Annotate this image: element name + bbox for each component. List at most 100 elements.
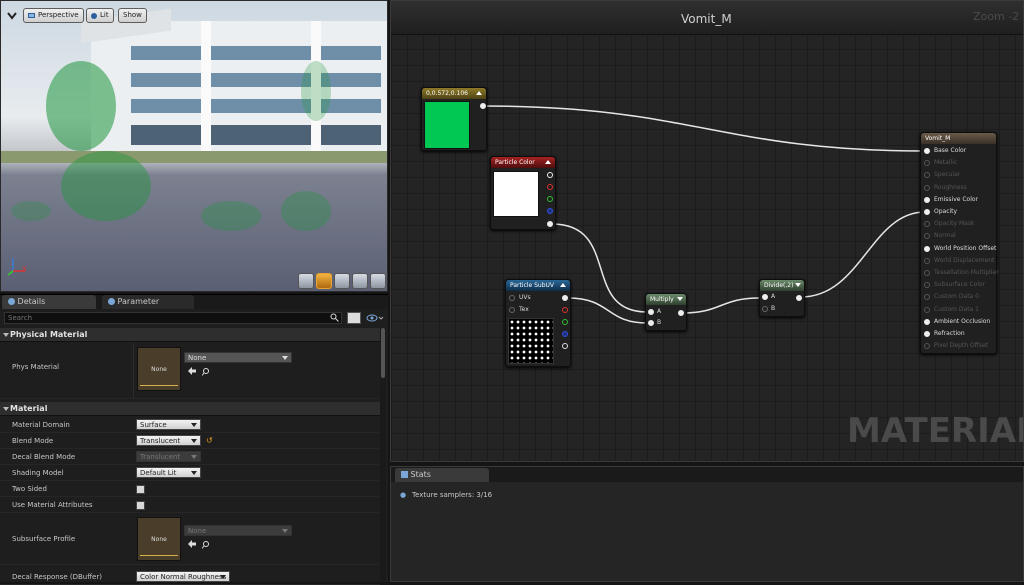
property-label: Shading Model — [12, 469, 64, 477]
phys-material-value: None — [188, 354, 207, 362]
tab-stats[interactable]: Stats — [395, 468, 489, 482]
show-label: Show — [123, 11, 142, 19]
g-output-pin[interactable] — [547, 196, 553, 202]
result-input-pin[interactable] — [924, 148, 930, 154]
phys-material-row: Phys Material None None — [0, 343, 380, 399]
constant-color-node[interactable]: 0,0.572,0.106 — [421, 87, 487, 151]
a-output-pin[interactable] — [562, 343, 568, 349]
perspective-label: Perspective — [38, 11, 79, 19]
result-input-pin[interactable] — [924, 331, 930, 337]
result-input-pin[interactable] — [924, 160, 930, 167]
use-selected-arrow-icon[interactable] — [187, 540, 197, 548]
result-input-pin[interactable] — [924, 233, 930, 240]
b-input-pin[interactable] — [762, 306, 768, 312]
particle-splat — [301, 61, 331, 121]
scrollbar-thumb[interactable] — [381, 328, 385, 378]
use-material-attributes-checkbox[interactable] — [136, 501, 145, 510]
material-result-node[interactable]: Vomit_M Base Color Metallic Specular Roughn… — [920, 132, 999, 354]
a-input-pin[interactable] — [648, 309, 654, 315]
cylinder-preview-icon[interactable] — [298, 273, 314, 289]
r-output-pin[interactable] — [547, 184, 553, 190]
divide-node[interactable]: Divide(,2) A B — [759, 279, 805, 317]
r-output-pin[interactable] — [562, 307, 568, 313]
subsurface-thumbnail[interactable]: None — [137, 517, 181, 561]
viewport-menu-icon[interactable] — [5, 9, 19, 22]
result-input-pin[interactable] — [924, 196, 930, 203]
multiply-node[interactable]: Multiply A B — [645, 293, 687, 331]
sphere-preview-icon[interactable] — [316, 273, 332, 289]
result-input-pin[interactable] — [924, 221, 930, 228]
rgb-output-pin[interactable] — [547, 172, 553, 178]
a-output-pin[interactable] — [547, 221, 553, 227]
search-icon[interactable] — [330, 313, 339, 322]
decal-blend-mode-row: Decal Blend Mode Translucent — [0, 449, 380, 465]
phys-material-thumbnail[interactable]: None — [137, 347, 181, 391]
result-input-pin[interactable] — [924, 282, 930, 289]
result-input-pin[interactable] — [924, 270, 930, 276]
view-options-icon[interactable] — [347, 312, 361, 324]
b-output-pin[interactable] — [547, 208, 553, 214]
subsurface-dropdown[interactable]: None — [184, 525, 292, 536]
collapse-icon[interactable] — [545, 160, 551, 164]
collapse-icon[interactable] — [795, 283, 801, 287]
result-input-pin[interactable] — [924, 209, 930, 215]
tab-parameter-defaults[interactable]: Parameter Defaults — [102, 295, 194, 320]
material-section[interactable]: Material — [0, 402, 380, 416]
blend-mode-row: Blend Mode Translucent ↺ — [0, 433, 380, 449]
cube-preview-icon[interactable] — [352, 273, 368, 289]
result-input-pin[interactable] — [924, 257, 930, 264]
result-input-pin[interactable] — [924, 294, 930, 301]
result-input-pin[interactable] — [924, 318, 930, 325]
shading-model-dropdown[interactable]: Default Lit — [136, 467, 201, 478]
preview-viewport[interactable]: Perspective Lit Show X — [0, 0, 388, 292]
lit-button[interactable]: Lit — [86, 8, 114, 23]
plane-preview-icon[interactable] — [334, 273, 350, 289]
material-domain-row: Material Domain Surface — [0, 417, 380, 433]
decal-response-dropdown[interactable]: Color Normal Roughness — [136, 571, 230, 582]
subsurface-thumb-label: None — [151, 535, 167, 543]
perspective-button[interactable]: Perspective — [23, 8, 84, 23]
result-input-pin[interactable] — [924, 245, 930, 252]
teapot-preview-icon[interactable] — [370, 273, 386, 289]
result-input-pin[interactable] — [924, 306, 930, 313]
result-input-label: Base Color — [934, 147, 967, 154]
b-input-pin[interactable] — [648, 320, 654, 326]
output-pin[interactable] — [796, 295, 802, 301]
collapse-icon[interactable] — [560, 283, 566, 287]
result-input-pin[interactable] — [924, 343, 930, 350]
particle-color-node[interactable]: Particle Color — [490, 156, 556, 230]
result-input-label: Custom Data 1 — [934, 305, 979, 313]
tex-input-pin[interactable] — [509, 307, 515, 313]
result-input-pin[interactable] — [924, 172, 930, 179]
reset-to-default-icon[interactable]: ↺ — [206, 436, 213, 445]
browse-search-icon[interactable] — [201, 540, 211, 549]
browse-search-icon[interactable] — [201, 367, 211, 376]
details-search-input[interactable] — [4, 312, 342, 324]
uvs-input-pin[interactable] — [509, 295, 515, 301]
collapse-icon[interactable] — [677, 297, 683, 301]
decal-blend-mode-dropdown[interactable]: Translucent — [136, 451, 201, 462]
tab-details[interactable]: Details — [2, 295, 96, 309]
two-sided-checkbox[interactable] — [136, 485, 145, 494]
details-scrollbar[interactable] — [380, 328, 386, 581]
material-domain-dropdown[interactable]: Surface — [136, 419, 201, 430]
material-graph[interactable]: Vomit_M Zoom -2 MATERIAL 0,0.572,0.106 P… — [390, 0, 1024, 462]
output-pin[interactable] — [480, 103, 486, 109]
use-selected-arrow-icon[interactable] — [187, 367, 197, 375]
particle-subuv-node[interactable]: Particle SubUV UVs Tex — [505, 279, 571, 367]
output-pin[interactable] — [678, 310, 684, 316]
phys-material-dropdown[interactable]: None — [184, 352, 292, 363]
collapse-icon[interactable] — [476, 91, 482, 95]
result-input-label: Metallic — [934, 159, 958, 167]
g-output-pin[interactable] — [562, 319, 568, 325]
b-output-pin[interactable] — [562, 331, 568, 337]
a-input-pin[interactable] — [762, 294, 768, 300]
show-button[interactable]: Show — [118, 8, 147, 23]
eye-icon[interactable] — [366, 313, 384, 323]
blend-mode-dropdown[interactable]: Translucent — [136, 435, 201, 446]
result-input-label: Ambient Occlusion — [934, 317, 991, 325]
physical-material-section[interactable]: Physical Material — [0, 328, 380, 342]
window-row — [131, 46, 381, 60]
rgb-output-pin[interactable] — [562, 295, 568, 301]
result-input-pin[interactable] — [924, 184, 930, 191]
